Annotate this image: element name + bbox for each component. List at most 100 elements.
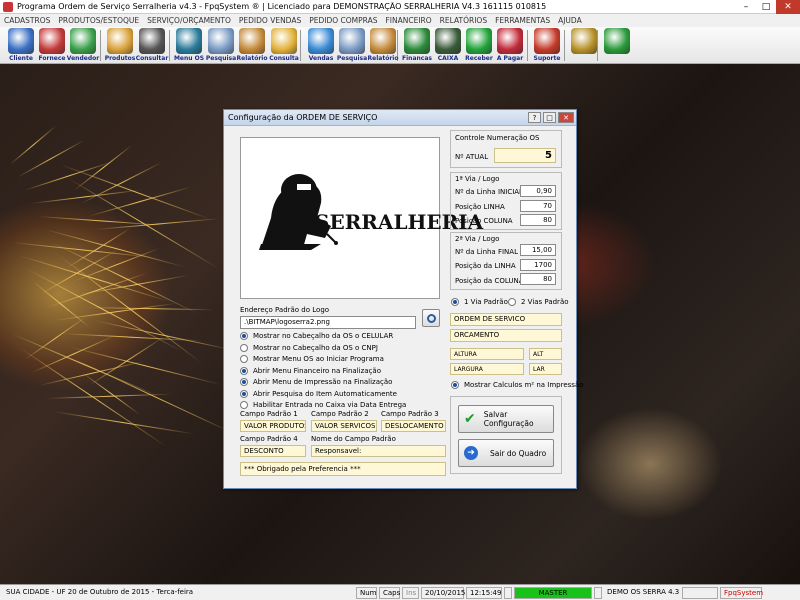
radio-dot <box>240 401 248 409</box>
browse-logo-button[interactable] <box>422 309 440 327</box>
menu-ferramentas[interactable]: FERRAMENTAS <box>495 16 550 25</box>
one-via-radio[interactable]: 1 Via Padrão <box>451 298 508 306</box>
option-radio-7[interactable]: Habilitar Entrada no Caixa via Data Entr… <box>240 401 406 409</box>
toolbar-button-suporte[interactable]: Suporte <box>530 28 564 62</box>
option-radio-4[interactable]: Abrir Menu Financeiro na Finalização <box>240 366 381 375</box>
option-radio-6[interactable]: Abrir Pesquisa do Item Automaticamente <box>240 389 397 398</box>
save-config-label: Salvar Configuração <box>483 410 534 428</box>
campo3-label: Campo Padrão 3 <box>381 410 439 418</box>
via1-posc-input[interactable]: 80 <box>520 214 556 226</box>
menu-financeiro[interactable]: FINANCEIRO <box>385 16 431 25</box>
titulo-orcamento-input[interactable]: ORCAMENTO <box>450 329 562 342</box>
toolbar-button-pesquisa[interactable]: Pesquisa <box>335 28 369 62</box>
nome-campo-input[interactable]: Responsavel: <box>311 445 446 457</box>
toolbar-button-fornece[interactable]: Fornece <box>35 28 69 62</box>
search-doc-icon <box>208 28 234 54</box>
campo3-input[interactable]: DESLOCAMENTO <box>381 420 446 432</box>
via1-linha-label: Nº da Linha INICIAL <box>455 188 523 196</box>
via2-linha-input[interactable]: 15,00 <box>520 244 556 256</box>
via2-posl-input[interactable]: 1700 <box>520 259 556 271</box>
two-vias-label: 2 Vias Padrão <box>521 298 569 306</box>
toolbar-button-produtos[interactable]: Produtos <box>103 28 137 62</box>
radio-dot <box>451 298 459 306</box>
controle-label: Controle Numeração OS <box>455 134 540 142</box>
help-button[interactable]: ? <box>528 112 541 123</box>
n-atual-label: Nº ATUAL <box>455 153 489 161</box>
logo-path-input[interactable]: .\BITMAP\logoserra2.png <box>240 316 416 329</box>
arrow-right-icon: ➜ <box>464 446 478 460</box>
option-radio-3[interactable]: Mostrar Menu OS ao Iniciar Programa <box>240 355 384 363</box>
toolbar-button-caixa[interactable]: CAIXA <box>431 28 465 62</box>
toolbar-button-receber[interactable]: Receber <box>462 28 496 62</box>
n-atual-input[interactable]: 5 <box>494 148 556 163</box>
toolbar-button-relat-rio[interactable]: Relatório <box>235 28 269 62</box>
radio-dot <box>508 298 516 306</box>
footer-message-input[interactable]: *** Obrigado pela Preferencia *** <box>240 462 446 476</box>
menu-cadastros[interactable]: CADASTROS <box>4 16 50 25</box>
exit-dialog-label: Sair do Quadro <box>490 448 547 458</box>
toolbar-button-exit[interactable] <box>600 28 634 55</box>
toolbar-button-pesquisa[interactable]: Pesquisa <box>204 28 238 62</box>
option-radio-1[interactable]: Mostrar no Cabeçalho da OS o CELULAR <box>240 332 393 340</box>
toolbar-label: Cliente <box>9 55 33 62</box>
option-label: Habilitar Entrada no Caixa via Data Entr… <box>253 401 407 409</box>
maximize-button[interactable]: □ <box>756 0 776 14</box>
calc-m2-label: Mostrar Calculos m² na Impressão <box>464 381 584 389</box>
campo4-input[interactable]: DESCONTO <box>240 445 306 457</box>
option-radio-2[interactable]: Mostrar no Cabeçalho da OS o CNPJ <box>240 343 378 352</box>
toolbar-label: Relatório <box>367 55 399 62</box>
dialog-maximize-button[interactable]: □ <box>543 112 556 123</box>
toolbar-button-cliente[interactable]: Cliente <box>4 28 38 62</box>
support-icon <box>534 28 560 54</box>
exit-dialog-button[interactable]: ➜ Sair do Quadro <box>458 439 554 467</box>
toolbar-button-coins[interactable] <box>567 28 601 55</box>
altura-abbr-input[interactable]: ALT <box>529 348 562 360</box>
close-button[interactable]: ✕ <box>776 0 800 14</box>
calc-m2-option[interactable]: Mostrar Calculos m² na Impressão <box>451 381 584 389</box>
campo2-label: Campo Padrão 2 <box>311 410 369 418</box>
window-title: Programa Ordem de Serviço Serralheria v4… <box>17 2 547 11</box>
titulo-os-input[interactable]: ORDEM DE SERVICO <box>450 313 562 326</box>
two-vias-radio[interactable]: 2 Vias Padrão <box>508 298 569 306</box>
largura-input[interactable]: LARGURA <box>450 363 524 375</box>
dialog-close-button[interactable]: ✕ <box>558 112 574 123</box>
toolbar-label: Menu OS <box>173 55 205 62</box>
largura-abbr-input[interactable]: LAR <box>529 363 562 375</box>
finance-icon <box>404 28 430 54</box>
menu-servico-orcamento[interactable]: SERVIÇO/ORÇAMENTO <box>147 16 231 25</box>
spark-streak <box>16 139 85 178</box>
toolbar-button-vendedor[interactable]: Vendedor <box>66 28 100 62</box>
status-brand: FpqSystem <box>720 586 763 599</box>
altura-input[interactable]: ALTURA <box>450 348 524 360</box>
option-label: Abrir Pesquisa do Item Automaticamente <box>253 389 397 398</box>
toolbar-button-financas[interactable]: Financas <box>400 28 434 62</box>
status-caps: Caps <box>379 586 400 599</box>
save-config-button[interactable]: ✔ Salvar Configuração <box>458 405 554 433</box>
toolbar-button-vendas[interactable]: Vendas <box>304 28 338 62</box>
campo1-input[interactable]: VALOR PRODUTOS <box>240 420 306 432</box>
toolbar-button-consultar[interactable]: Consultar <box>135 28 169 62</box>
via1-linha-input[interactable]: 0,90 <box>520 185 556 197</box>
via1-posl-input[interactable]: 70 <box>520 200 556 212</box>
toolbar-button-a-pagar[interactable]: A Pagar <box>493 28 527 62</box>
menu-produtos-estoque[interactable]: PRODUTOS/ESTOQUE <box>58 16 139 25</box>
spark-streak <box>59 164 211 220</box>
toolbar-label: A Pagar <box>496 55 524 62</box>
menu-pedido-vendas[interactable]: PEDIDO VENDAS <box>239 16 301 25</box>
campo2-input[interactable]: VALOR SERVICOS <box>311 420 377 432</box>
menu-ajuda[interactable]: AJUDA <box>558 16 582 25</box>
dialog-title: Configuração da ORDEM DE SERVIÇO <box>228 113 378 122</box>
toolbar-button-menu-os[interactable]: Menu OS <box>172 28 206 62</box>
toolbar-button-consulta[interactable]: Consulta <box>267 28 301 62</box>
toolbar-button-relat-rio[interactable]: Relatório <box>366 28 400 62</box>
via2-posc-input[interactable]: 80 <box>520 273 556 285</box>
menu-pedido-compras[interactable]: PEDIDO COMPRAS <box>309 16 377 25</box>
toolbar-label: Vendas <box>308 55 334 62</box>
toolbar-label: Suporte <box>533 55 561 62</box>
option-label: Abrir Menu Financeiro na Finalização <box>253 366 381 375</box>
menu-relatorios[interactable]: RELATÓRIOS <box>440 16 487 25</box>
radio-dot <box>240 332 248 340</box>
minimize-button[interactable]: – <box>736 0 756 14</box>
option-radio-5[interactable]: Abrir Menu de Impressão na Finalização <box>240 378 392 386</box>
via2-posc-label: Posição da COLUNA <box>455 277 524 285</box>
